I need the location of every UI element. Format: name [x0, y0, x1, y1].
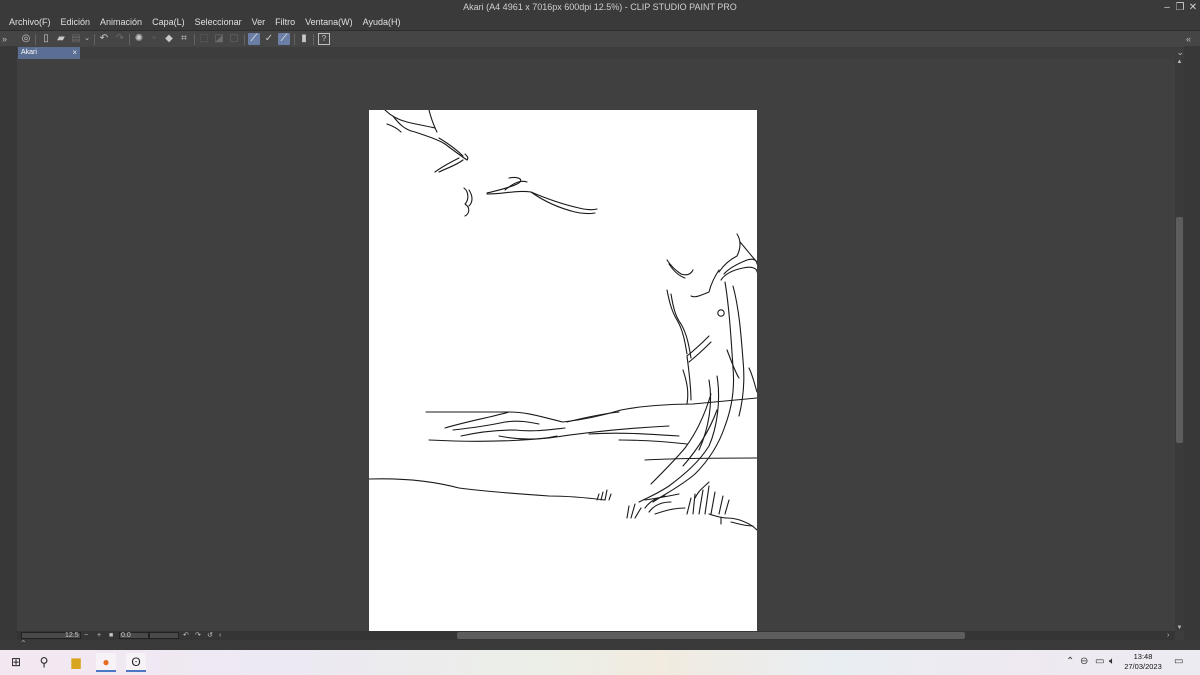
document-tab[interactable]: Akari × — [18, 47, 80, 59]
collapse-right-icon[interactable]: « — [1186, 34, 1191, 44]
chevron-down-icon[interactable]: ⌄ — [1176, 47, 1184, 58]
menu-ver[interactable]: Ver — [247, 15, 271, 30]
scroll-down-icon[interactable]: ▼ — [1175, 625, 1184, 631]
chevron-down-icon[interactable]: ⌄ — [83, 33, 91, 45]
network-tray-icon[interactable]: ⊖ — [1080, 656, 1088, 667]
clock-time: 13:48 — [1133, 652, 1153, 661]
toolbar-separator — [129, 34, 130, 45]
maximize-button[interactable]: ❐ — [1174, 0, 1186, 15]
horizontal-scroll-thumb[interactable] — [457, 632, 965, 639]
minimize-button[interactable]: – — [1161, 0, 1173, 15]
notification-icon[interactable]: ▭ — [1174, 656, 1183, 667]
clear-icon[interactable]: ✺ — [133, 33, 145, 45]
window-title: Akari (A4 4961 x 7016px 600dpi 12.5%) - … — [463, 2, 737, 12]
toolbar-separator — [294, 34, 295, 45]
drawing-canvas[interactable] — [369, 110, 757, 631]
file-explorer-icon[interactable]: ▆ — [66, 653, 86, 672]
show-hidden-icons-icon[interactable]: ⌃ — [1066, 656, 1074, 667]
new-file-icon[interactable]: ▯ — [40, 33, 52, 45]
toolbar-separator — [35, 34, 36, 45]
help-icon[interactable]: ? — [318, 33, 330, 45]
clock-date: 27/03/2023 — [1124, 662, 1162, 671]
line-art-drawing — [369, 110, 757, 531]
deselect-icon[interactable]: ⬚ — [198, 33, 210, 45]
menu-seleccionar[interactable]: Seleccionar — [190, 15, 247, 30]
close-button[interactable]: ✕ — [1187, 0, 1199, 15]
fit-icon[interactable]: ■ — [109, 631, 113, 640]
rotate-left-icon[interactable]: ↶ — [183, 631, 189, 640]
snap-grid-icon[interactable]: ⟋ — [278, 33, 290, 45]
vertical-scrollbar[interactable]: ▲ ▼ — [1175, 59, 1184, 631]
window-controls: – ❐ ✕ — [1161, 0, 1200, 15]
snap-ruler-icon[interactable]: ⟋ — [248, 33, 260, 45]
toolbar-separator — [194, 34, 195, 45]
scroll-right-icon[interactable]: › — [1167, 631, 1169, 640]
fill-icon[interactable]: ◆ — [163, 33, 175, 45]
document-tab-label: Akari — [21, 49, 37, 56]
zoom-in-button[interactable]: + — [97, 631, 101, 640]
device-icon[interactable]: ▮ — [298, 33, 310, 45]
rotate-right-icon[interactable]: ↷ — [195, 631, 201, 640]
taskbar-clock[interactable]: 13:48 27/03/2023 — [1123, 652, 1163, 672]
zoom-level[interactable]: 12.5 — [65, 631, 79, 640]
menu-ventana[interactable]: Ventana(W) — [300, 15, 358, 30]
bottom-panel-strip: ⌃ — [0, 639, 1200, 650]
command-bar: » ◎ ▯ ▰ ▤ ⌄ ↶ ↷ ✺ ▫ ◆ ⌗ ⬚ ◪ ▢ ⟋ ✓ ⟋ ▮ ? … — [0, 30, 1200, 48]
left-panel-rail — [0, 46, 17, 650]
clip-studio-taskbar-icon[interactable]: ʘ — [126, 653, 146, 672]
toolbar-separator — [94, 34, 95, 45]
right-panel-rail — [1184, 46, 1200, 650]
reset-rotation-icon[interactable]: ↺ — [207, 631, 213, 640]
menu-edicion[interactable]: Edición — [56, 15, 96, 30]
collapse-left-icon[interactable]: » — [2, 34, 7, 44]
menu-bar: Archivo(F) Edición Animación Capa(L) Sel… — [0, 15, 1200, 30]
menu-animacion[interactable]: Animación — [95, 15, 147, 30]
expand-up-icon[interactable]: ⌃ — [20, 639, 27, 648]
vertical-scroll-thumb[interactable] — [1176, 217, 1183, 443]
clip-studio-icon[interactable]: ◎ — [20, 33, 32, 45]
toolbar-separator — [244, 34, 245, 45]
toolbar-separator — [313, 34, 314, 45]
invert-selection-icon[interactable]: ◪ — [213, 33, 225, 45]
transform-icon[interactable]: ⌗ — [178, 33, 190, 45]
redo-icon[interactable]: ↷ — [114, 33, 126, 45]
search-icon[interactable]: ⚲ — [34, 653, 54, 672]
menu-ayuda[interactable]: Ayuda(H) — [358, 15, 406, 30]
canvas-area[interactable] — [17, 59, 1175, 631]
snap-special-ruler-icon[interactable]: ✓ — [263, 33, 275, 45]
open-folder-icon[interactable]: ▰ — [55, 33, 67, 45]
title-bar: Akari (A4 4961 x 7016px 600dpi 12.5%) - … — [0, 0, 1200, 15]
document-tab-row: Akari × ⌄ — [0, 47, 1200, 59]
canvas-status-bar: 12.5 − + ■ 0.0 ↶ ↷ ↺ ‹ › — [17, 631, 1175, 640]
clear-outside-icon[interactable]: ▫ — [148, 33, 160, 45]
menu-archivo[interactable]: Archivo(F) — [0, 15, 56, 30]
display-tray-icon[interactable]: ▭ — [1095, 656, 1104, 667]
menu-capa[interactable]: Capa(L) — [147, 15, 190, 30]
windows-start-icon[interactable]: ⊞ — [6, 653, 26, 672]
zoom-out-button[interactable]: − — [84, 631, 88, 640]
flip-icon[interactable]: ‹ — [219, 631, 221, 640]
selection-border-icon[interactable]: ▢ — [228, 33, 240, 45]
taskbar: ⊞ ⚲ ▆ ● ʘ ⌃ ⊖ ▭ 🔈︎ 13:48 27/03/2023 ▭ — [0, 650, 1200, 675]
rotation-slider-track[interactable] — [149, 632, 179, 639]
scroll-up-icon[interactable]: ▲ — [1175, 59, 1184, 65]
undo-icon[interactable]: ↶ — [98, 33, 110, 45]
firefox-icon[interactable]: ● — [96, 653, 116, 672]
save-icon[interactable]: ▤ — [70, 33, 82, 45]
tab-close-icon[interactable]: × — [72, 47, 77, 59]
rotation-angle[interactable]: 0.0 — [121, 631, 131, 640]
menu-filtro[interactable]: Filtro — [270, 15, 300, 30]
volume-icon[interactable]: 🔈︎ — [1109, 656, 1115, 667]
